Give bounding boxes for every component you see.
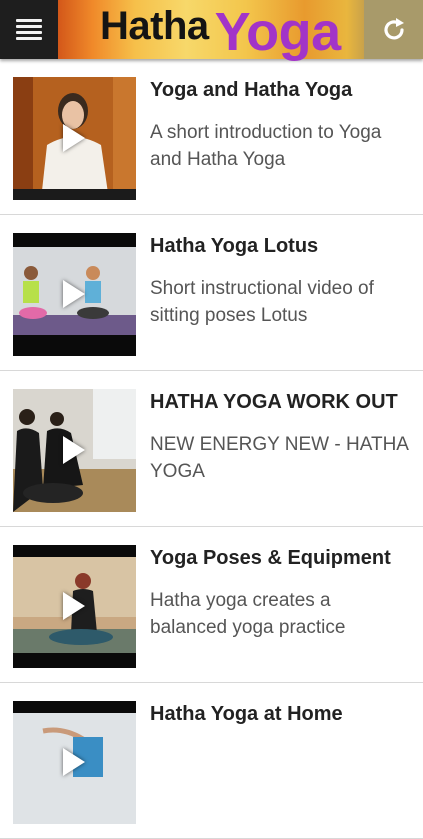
video-list: Yoga and Hatha Yoga A short introduction…	[0, 59, 423, 839]
play-icon	[63, 748, 85, 776]
video-thumbnail[interactable]	[13, 701, 136, 824]
video-thumbnail[interactable]	[13, 77, 136, 200]
video-title[interactable]: Yoga and Hatha Yoga	[150, 79, 412, 102]
hamburger-menu-icon	[16, 18, 42, 41]
video-thumbnail[interactable]	[13, 545, 136, 668]
video-title[interactable]: Hatha Yoga Lotus	[150, 235, 412, 258]
video-item[interactable]: Hatha Yoga at Home	[0, 683, 423, 839]
video-title[interactable]: HATHA YOGA WORK OUT	[150, 391, 412, 414]
video-description: Short instructional video of sitting pos…	[150, 278, 374, 326]
video-item[interactable]: Hatha Yoga Lotus Short instructional vid…	[0, 215, 423, 371]
menu-button[interactable]	[0, 0, 58, 59]
logo-word-yoga: Yoga	[214, 2, 342, 62]
app-logo: Hatha Yoga	[100, 0, 362, 62]
video-description: A short introduction to Yoga and Hatha Y…	[150, 122, 382, 170]
refresh-icon	[383, 17, 404, 39]
video-title[interactable]: Hatha Yoga at Home	[150, 703, 412, 726]
play-icon	[63, 436, 85, 464]
video-item[interactable]: Yoga Poses & Equipment Hatha yoga create…	[0, 527, 423, 683]
video-title[interactable]: Yoga Poses & Equipment	[150, 547, 412, 570]
play-icon	[63, 124, 85, 152]
logo-word-hatha: Hatha	[100, 4, 209, 48]
video-thumbnail[interactable]	[13, 389, 136, 512]
video-thumbnail[interactable]	[13, 233, 136, 356]
refresh-button[interactable]	[364, 0, 423, 59]
video-description: NEW ENERGY NEW - HATHA YOGA	[150, 434, 408, 482]
play-icon	[63, 280, 85, 308]
video-item[interactable]: HATHA YOGA WORK OUT NEW ENERGY NEW - HAT…	[0, 371, 423, 527]
play-icon	[63, 592, 85, 620]
video-item[interactable]: Yoga and Hatha Yoga A short introduction…	[0, 59, 423, 215]
app-header: Hatha Yoga	[0, 0, 423, 62]
video-description: Hatha yoga creates a balanced yoga pract…	[150, 590, 346, 638]
